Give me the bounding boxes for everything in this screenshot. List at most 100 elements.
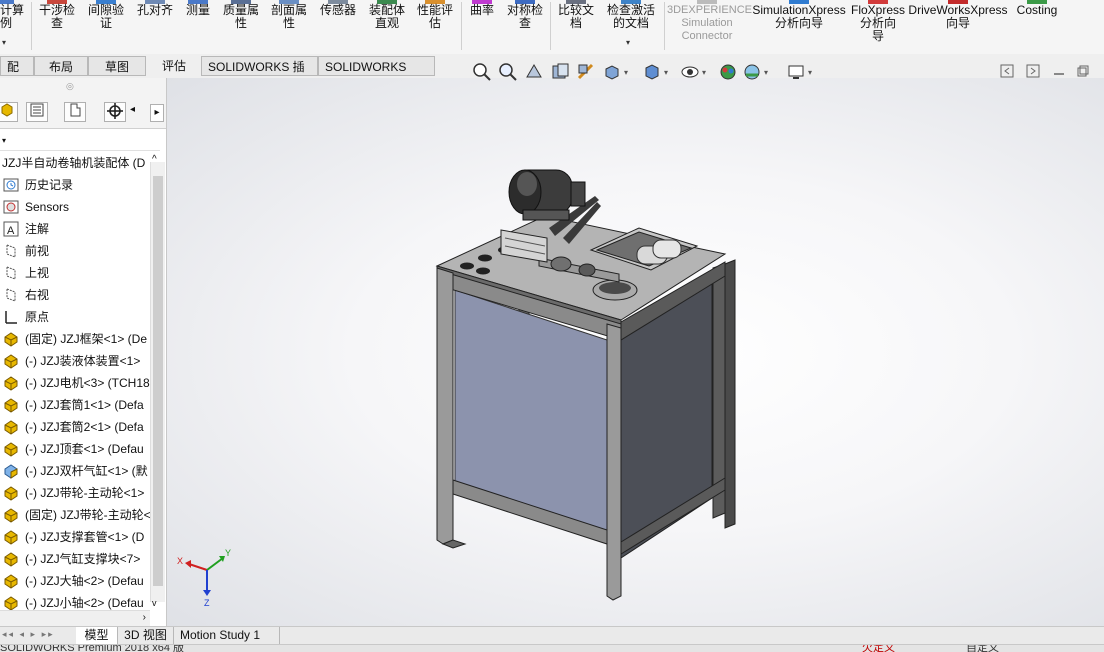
tree-item[interactable]: (固定) JZJ带轮-主动轮< — [0, 504, 150, 526]
driveworksxpress-label: DriveWorksXpress 向导 — [908, 3, 1008, 30]
3dexperience-connector-button[interactable]: 3DEXPERIENCE Simulation Connector — [667, 0, 752, 54]
chevron-down-icon[interactable]: ▾ — [808, 68, 812, 77]
performance-evaluation-button[interactable]: 性能评 估 — [412, 0, 458, 54]
tree-item[interactable]: (-) JZJ电机<3> (TCH18 — [0, 372, 150, 394]
check-active-document-button[interactable]: 检查激活 的文档 — [602, 0, 660, 54]
coordinate-triad: X Y Z — [177, 548, 231, 608]
tab-solidworks-mbd[interactable]: SOLIDWORKS MBD — [318, 56, 435, 94]
interference-check-button[interactable]: 干涉检 查 — [34, 0, 80, 54]
curvature-button[interactable]: 曲率 — [464, 0, 500, 54]
mass-properties-button[interactable]: 质量属 性 — [218, 0, 264, 54]
tree-item-label: 历史记录 — [25, 178, 74, 192]
triad-y-label: Y — [225, 548, 231, 558]
filter-dropdown-icon[interactable]: ▾ — [2, 136, 6, 145]
tab-sketch[interactable]: 草图 — [88, 56, 146, 76]
tree-item[interactable]: 历史记录 — [0, 174, 150, 196]
compare-label: 比较文 档 — [557, 3, 594, 30]
measure-button[interactable]: 测量 — [180, 0, 216, 54]
restore-panel-right-icon[interactable] — [1026, 64, 1040, 78]
assembly-icon — [3, 463, 19, 479]
chevron-left-icon[interactable]: ◂ — [130, 104, 140, 120]
tree-scrollbar[interactable] — [150, 162, 165, 602]
tab-assembly[interactable]: 配体 — [0, 56, 34, 94]
feature-manager-panel: ◎ ◂ ▸ ▾ JZJ半自动卷轴机装配体 (D ^ 历史记录 Sensors A 注解… — [0, 78, 167, 627]
restore-window-icon[interactable] — [1076, 64, 1090, 78]
tree-item[interactable]: (-) JZJ双杆气缸<1> (默 — [0, 460, 150, 482]
horizontal-scrollbar[interactable]: › — [0, 610, 150, 627]
tab-motion-study[interactable]: Motion Study 1 — [174, 627, 280, 644]
costing-button[interactable]: Costing — [1012, 0, 1062, 54]
chevron-down-icon[interactable]: ▾ — [626, 38, 630, 47]
tree-item[interactable]: Sensors — [0, 196, 150, 218]
section-properties-button[interactable]: 剖面属 性 — [266, 0, 312, 54]
part-icon — [3, 441, 19, 457]
tree-item-label: 原点 — [25, 310, 50, 324]
panel-grip-icon[interactable]: ◎ — [66, 81, 74, 92]
hole-alignment-button[interactable]: 孔对齐 — [132, 0, 178, 54]
panel-tab-strip: ◎ ◂ ▸ — [0, 78, 166, 129]
ribbon-separator — [664, 2, 665, 50]
tab-model[interactable]: 模型 — [76, 627, 118, 644]
chevron-down-icon[interactable]: ▾ — [2, 38, 6, 47]
tree-item-label: (-) JZJ带轮-主动轮<1> — [25, 486, 145, 500]
tree-item-label: (-) JZJ套筒1<1> (Defa — [25, 398, 144, 412]
tree-item[interactable]: (固定) JZJ框架<1> (De — [0, 328, 150, 350]
tab-solidworks-addins[interactable]: SOLIDWORKS 插件 — [201, 56, 318, 94]
configuration-manager-tab-icon[interactable] — [64, 102, 86, 122]
plane-icon — [3, 265, 19, 281]
filter-row[interactable]: ▾ — [0, 128, 160, 151]
restore-panel-left-icon[interactable] — [1000, 64, 1014, 78]
tab-3d-view[interactable]: 3D 视图 — [118, 627, 174, 644]
feature-tree-tab-icon[interactable] — [0, 102, 18, 122]
assembly-model[interactable] — [167, 78, 1104, 626]
sensor-button[interactable]: 传感器 — [314, 0, 362, 54]
sensors-icon — [3, 199, 19, 215]
graphics-area[interactable]: ▾ ▾ ▾ ▾ ▾ X Y Z — [167, 63, 1104, 626]
tree-item[interactable]: (-) JZJ气缸支撑块<7> — [0, 548, 150, 570]
tab-nav-arrows[interactable]: ◂◂ ◂ ▸ ▸▸ — [2, 629, 68, 641]
tree-item[interactable]: (-) JZJ套筒2<1> (Defa — [0, 416, 150, 438]
tree-item[interactable]: (-) JZJ套筒1<1> (Defa — [0, 394, 150, 416]
tree-item[interactable]: A 注解 — [0, 218, 150, 240]
part-icon — [3, 485, 19, 501]
tree-item[interactable]: (-) JZJ大轴<2> (Defau — [0, 570, 150, 592]
simulationxpress-button[interactable]: SimulationXpress 分析向导 — [752, 0, 846, 54]
tree-item-label: 上视 — [25, 266, 50, 280]
chevron-right-icon[interactable]: ▸ — [150, 104, 164, 122]
tree-item[interactable]: 上视 — [0, 262, 150, 284]
tab-layout[interactable]: 布局 — [34, 56, 88, 76]
tree-root[interactable]: JZJ半自动卷轴机装配体 (D — [0, 152, 150, 174]
costing-label: Costing — [1016, 3, 1058, 17]
chevron-down-icon[interactable]: ▾ — [702, 68, 706, 77]
tree-item-label: (-) JZJ电机<3> (TCH18 — [25, 376, 150, 390]
tree-item[interactable]: 右视 — [0, 284, 150, 306]
chevron-down-icon[interactable]: ▾ — [664, 68, 668, 77]
floxpress-button[interactable]: FloXpress 分析向 导 — [850, 0, 906, 54]
section-properties-label: 剖面属 性 — [270, 3, 307, 30]
performance-label: 性能评 估 — [416, 3, 453, 30]
chevron-right-icon[interactable]: › — [143, 612, 146, 623]
tree-item[interactable]: (-) JZJ顶套<1> (Defau — [0, 438, 150, 460]
minimize-window-icon[interactable] — [1052, 64, 1066, 78]
chevron-down-icon[interactable]: ▾ — [624, 68, 628, 77]
tree-item[interactable]: (-) JZJ带轮-主动轮<1> — [0, 482, 150, 504]
symmetry-label: 对称检 查 — [506, 3, 543, 30]
symmetry-check-button[interactable]: 对称检 查 — [502, 0, 548, 54]
chevron-down-icon[interactable]: v — [152, 598, 157, 608]
dimxpert-tab-icon[interactable] — [104, 102, 126, 122]
tree-item[interactable]: (-) JZJ装液体装置<1> — [0, 350, 150, 372]
driveworksxpress-button[interactable]: DriveWorksXpress 向导 — [908, 0, 1008, 54]
compare-documents-button[interactable]: 比较文 档 — [553, 0, 599, 54]
tree-item-label: 注解 — [25, 222, 50, 236]
tab-evaluate[interactable]: 评估 — [150, 56, 198, 76]
assembly-visualization-button[interactable]: 装配体 直观 — [364, 0, 410, 54]
tree-item[interactable]: 原点 — [0, 306, 150, 328]
part-icon — [3, 507, 19, 523]
chevron-down-icon[interactable]: ▾ — [764, 68, 768, 77]
part-icon — [3, 353, 19, 369]
tree-item[interactable]: 前视 — [0, 240, 150, 262]
property-manager-tab-icon[interactable] — [26, 102, 48, 122]
tree-item[interactable]: (-) JZJ支撑套管<1> (D — [0, 526, 150, 548]
clearance-verify-button[interactable]: 间隙验 证 — [82, 0, 130, 54]
scrollbar-thumb[interactable] — [153, 176, 163, 586]
